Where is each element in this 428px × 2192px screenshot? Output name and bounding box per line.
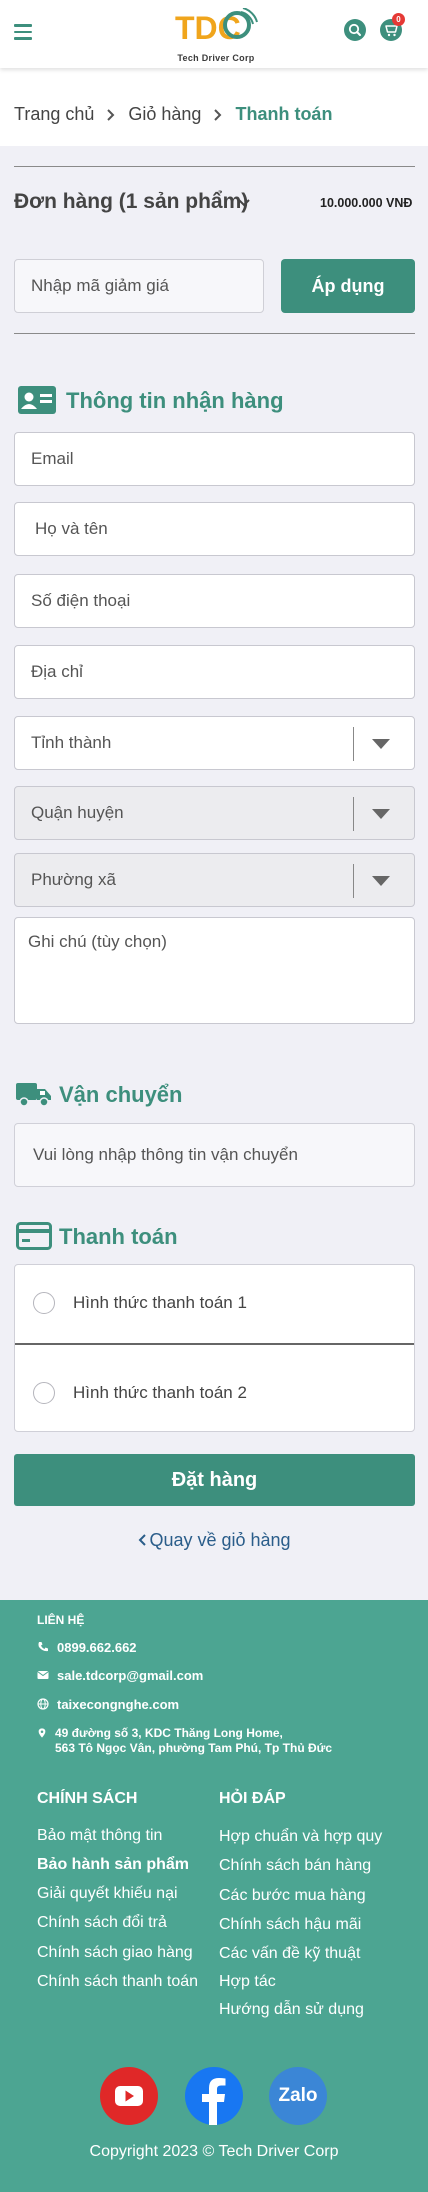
- faq-link[interactable]: Hướng dẫn sử dụng: [219, 2001, 364, 2019]
- chevron-right-icon: [214, 108, 222, 121]
- back-to-cart-label: Quay về giỏ hàng: [149, 1530, 291, 1550]
- faq-link[interactable]: Hợp tác: [219, 1973, 276, 1991]
- email-icon: [37, 1671, 49, 1679]
- breadcrumb-current: Thanh toán: [235, 104, 333, 124]
- contact-phone[interactable]: 0899.662.662: [37, 1640, 137, 1655]
- youtube-link[interactable]: [100, 2067, 158, 2125]
- divider: [14, 333, 415, 334]
- breadcrumb-cart[interactable]: Giỏ hàng: [128, 104, 201, 125]
- facebook-icon: [202, 2078, 226, 2125]
- contact-phone-text: 0899.662.662: [57, 1640, 137, 1655]
- search-icon: [348, 23, 361, 36]
- zalo-link[interactable]: Zalo: [269, 2067, 327, 2125]
- chevron-left-icon: [139, 1534, 147, 1546]
- coupon-input[interactable]: Nhập mã giảm giá: [14, 259, 264, 313]
- policy-link[interactable]: Bảo hành sản phẩm: [37, 1856, 189, 1874]
- site-header: TDC Tech Driver Corp 0: [0, 0, 428, 68]
- ward-select-label: Phường xã: [31, 870, 116, 889]
- dropdown-arrow-icon: [372, 876, 390, 886]
- contact-website[interactable]: taixecongnghe.com: [37, 1697, 179, 1712]
- delivery-title: Vận chuyển: [59, 1082, 183, 1107]
- place-order-button[interactable]: Đặt hàng: [14, 1454, 415, 1506]
- cart-count-badge: 0: [392, 13, 405, 26]
- address-line-2: 563 Tô Ngọc Vân, phường Tam Phú, Tp Thủ …: [55, 1741, 333, 1755]
- divider: [15, 1343, 414, 1345]
- payment-option-1[interactable]: Hình thức thanh toán 1: [15, 1265, 414, 1341]
- copyright-text: Copyright 2023 © Tech Driver Corp: [89, 2143, 339, 2160]
- divider: [14, 166, 415, 167]
- province-select-label: Tỉnh thành: [31, 733, 112, 752]
- facebook-link[interactable]: [185, 2067, 243, 2125]
- breadcrumb-home[interactable]: Trang chủ: [14, 104, 94, 125]
- phone-icon: [38, 1642, 48, 1652]
- id-card-icon: [18, 386, 56, 414]
- email-field[interactable]: Email: [14, 432, 415, 486]
- contact-email[interactable]: sale.tdcorp@gmail.com: [37, 1668, 203, 1683]
- globe-icon: [37, 1698, 49, 1710]
- policy-link[interactable]: Chính sách thanh toán: [37, 1973, 198, 1991]
- faq-link[interactable]: Hợp chuẩn và hợp quy: [219, 1828, 382, 1846]
- contact-website-text: taixecongnghe.com: [57, 1697, 180, 1712]
- policy-link[interactable]: Chính sách giao hàng: [37, 1944, 193, 1962]
- faq-link[interactable]: Các bước mua hàng: [219, 1887, 366, 1905]
- policy-link[interactable]: Chính sách đổi trả: [37, 1914, 167, 1932]
- policy-link[interactable]: Bảo mật thông tin: [37, 1827, 162, 1845]
- search-button[interactable]: [344, 19, 366, 41]
- radio-button[interactable]: [33, 1382, 55, 1404]
- faq-link[interactable]: Chính sách hậu mãi: [219, 1916, 361, 1934]
- truck-icon: [16, 1083, 51, 1107]
- fullname-field[interactable]: Họ và tên: [14, 502, 415, 556]
- youtube-icon: [115, 2086, 143, 2106]
- location-pin-icon: [38, 1728, 46, 1738]
- payment-option-2[interactable]: Hình thức thanh toán 2: [15, 1355, 414, 1431]
- district-select-label: Quận huyện: [31, 803, 124, 822]
- dropdown-arrow-icon: [372, 739, 390, 749]
- order-summary-title[interactable]: Đơn hàng (1 sản phẩm): [14, 190, 248, 214]
- district-select[interactable]: Quận huyện: [14, 786, 415, 840]
- payment-options: Hình thức thanh toán 1 Hình thức thanh t…: [14, 1264, 415, 1432]
- contact-title: LIÊN HỆ: [37, 1613, 85, 1627]
- brand-text: Tech Driver Corp: [177, 53, 255, 63]
- menu-icon[interactable]: [14, 24, 32, 40]
- address-line-1: 49 đường số 3, KDC Thăng Long Home,: [55, 1726, 283, 1740]
- select-divider: [353, 797, 354, 831]
- faq-title: HỎI ĐÁP: [219, 1790, 286, 1807]
- logo-mark-icon: TDC: [175, 7, 258, 46]
- order-total: 10.000.000 VNĐ: [320, 196, 413, 210]
- ward-select[interactable]: Phường xã: [14, 853, 415, 907]
- phone-field[interactable]: Số điện thoại: [14, 574, 415, 628]
- policy-link[interactable]: Giải quyết khiếu nại: [37, 1885, 178, 1903]
- payment-option-label: Hình thức thanh toán 2: [73, 1383, 247, 1402]
- payment-option-label: Hình thức thanh toán 1: [73, 1293, 247, 1312]
- site-logo[interactable]: TDC Tech Driver Corp: [166, 7, 266, 64]
- policy-title: CHÍNH SÁCH: [37, 1790, 138, 1807]
- select-divider: [353, 727, 354, 761]
- dropdown-arrow-icon: [372, 809, 390, 819]
- note-textarea[interactable]: Ghi chú (tùy chọn): [14, 917, 415, 1024]
- breadcrumb: Trang chủ Giỏ hàng Thanh toán: [14, 104, 332, 125]
- zalo-icon: Zalo: [278, 2085, 318, 2106]
- credit-card-icon: [16, 1222, 52, 1250]
- address-field[interactable]: Địa chỉ: [14, 645, 415, 699]
- faq-link[interactable]: Các vấn đề kỹ thuật: [219, 1945, 360, 1963]
- radio-button[interactable]: [33, 1292, 55, 1314]
- chevron-down-icon[interactable]: [237, 197, 251, 209]
- faq-link[interactable]: Chính sách bán hàng: [219, 1857, 371, 1875]
- province-select[interactable]: Tỉnh thành: [14, 716, 415, 770]
- site-footer: LIÊN HỆ 0899.662.662 sale.tdcorp@gmail.c…: [0, 1600, 428, 2192]
- delivery-message: Vui lòng nhập thông tin vận chuyển: [14, 1123, 415, 1187]
- select-divider: [353, 864, 354, 898]
- payment-title: Thanh toán: [59, 1224, 178, 1249]
- contact-email-text: sale.tdcorp@gmail.com: [57, 1668, 204, 1683]
- contact-address: 49 đường số 3, KDC Thăng Long Home, 563 …: [37, 1726, 332, 1756]
- shipping-info-title: Thông tin nhận hàng: [66, 388, 284, 413]
- chevron-right-icon: [107, 108, 115, 121]
- apply-coupon-button[interactable]: Áp dụng: [281, 259, 415, 313]
- back-to-cart-link[interactable]: Quay về giỏ hàng: [0, 1530, 428, 1551]
